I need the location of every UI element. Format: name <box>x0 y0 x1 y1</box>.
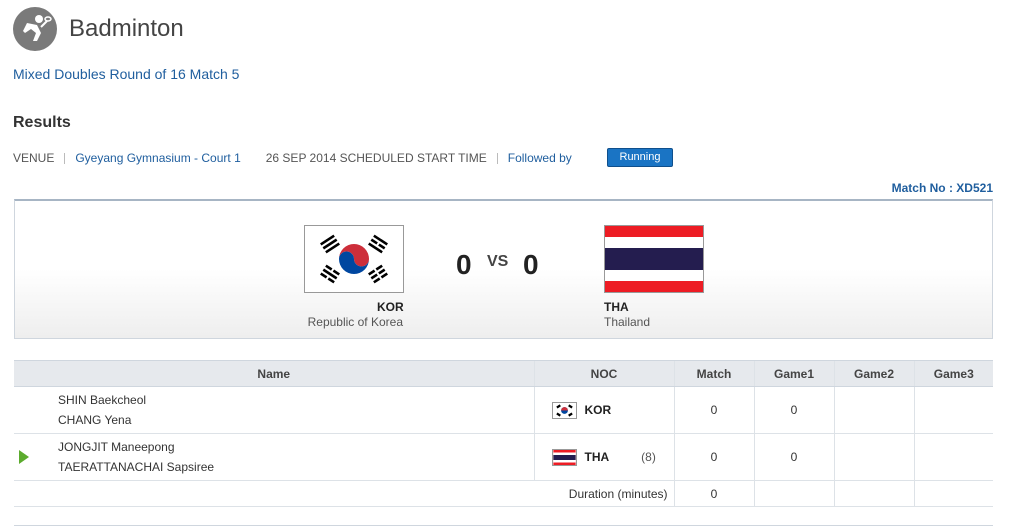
table-row: SHIN Baekcheol CHANG Yena KOR 0 0 <box>14 386 993 434</box>
serving-indicator-icon <box>19 450 29 464</box>
match-number: Match No : XD521 <box>891 181 993 195</box>
column-header-game2: Game2 <box>833 360 914 387</box>
home-team-name: Republic of Korea <box>307 315 403 329</box>
name-cell: SHIN Baekcheol CHANG Yena <box>14 386 534 434</box>
duration-row: Duration (minutes) 0 <box>14 480 993 507</box>
match-cell: 0 <box>673 433 754 481</box>
game2-cell <box>833 386 914 434</box>
results-heading: Results <box>13 114 71 131</box>
game3-cell <box>913 386 993 434</box>
away-team-code: THA <box>604 300 629 314</box>
match-cell: 0 <box>673 386 754 434</box>
empty-cell <box>913 480 993 507</box>
badminton-player-icon <box>13 7 57 51</box>
home-team-code: KOR <box>377 300 404 314</box>
noc-cell: THA (8) <box>533 433 674 481</box>
column-header-noc: NOC <box>533 360 674 387</box>
away-team-name: Thailand <box>604 315 651 329</box>
table-header-row: Name NOC Match Game1 Game2 Game3 <box>14 360 993 387</box>
column-header-match: Match <box>673 360 754 387</box>
schedule-text: 26 SEP 2014 SCHEDULED START TIME <box>265 151 487 165</box>
empty-cell <box>753 480 834 507</box>
sport-title: Badminton <box>69 15 184 42</box>
column-header-game1: Game1 <box>753 360 834 387</box>
thailand-flag-icon <box>551 448 577 466</box>
venue-link[interactable]: Gyeyang Gymnasium - Court 1 <box>75 151 240 165</box>
results-table: Name NOC Match Game1 Game2 Game3 SHIN Ba… <box>14 360 993 507</box>
noc-cell: KOR <box>533 386 674 434</box>
duration-label: Duration (minutes) <box>14 480 674 507</box>
away-score: 0 <box>523 249 539 280</box>
noc-code: KOR <box>584 403 612 417</box>
separator <box>496 152 498 164</box>
player-name[interactable]: SHIN Baekcheol <box>58 390 534 410</box>
column-header-name: Name <box>14 360 534 387</box>
vs-label: VS <box>487 253 509 270</box>
korea-flag-icon <box>551 401 577 419</box>
followed-by-link[interactable]: Followed by <box>508 151 572 165</box>
thailand-flag-icon <box>604 225 704 293</box>
player-name[interactable]: JONGJIT Maneepong <box>58 437 214 457</box>
home-score: 0 <box>456 249 472 280</box>
game1-cell: 0 <box>753 386 834 434</box>
venue-info-row: VENUE Gyeyang Gymnasium - Court 1 26 SEP… <box>13 150 572 166</box>
divider <box>14 525 993 526</box>
status-running-button[interactable]: Running <box>607 148 673 167</box>
player-name[interactable]: TAERATTANACHAI Sapsiree <box>58 457 214 477</box>
duration-value: 0 <box>673 480 754 507</box>
game1-cell: 0 <box>753 433 834 481</box>
empty-cell <box>833 480 914 507</box>
table-row: JONGJIT Maneepong TAERATTANACHAI Sapsire… <box>14 433 993 481</box>
game3-cell <box>913 433 993 481</box>
separator <box>64 152 66 164</box>
noc-code: THA <box>584 450 610 464</box>
seed-number: (8) <box>641 450 656 464</box>
korea-flag-icon <box>304 225 404 293</box>
venue-label: VENUE <box>13 151 55 165</box>
player-name[interactable]: CHANG Yena <box>58 410 534 430</box>
column-header-game3: Game3 <box>913 360 993 387</box>
scoreboard: KOR Republic of Korea 0 VS 0 THA Thailan… <box>14 199 993 339</box>
event-subtitle: Mixed Doubles Round of 16 Match 5 <box>13 66 240 82</box>
page-header: Badminton <box>13 4 184 54</box>
game2-cell <box>833 433 914 481</box>
name-cell: JONGJIT Maneepong TAERATTANACHAI Sapsire… <box>14 433 534 481</box>
